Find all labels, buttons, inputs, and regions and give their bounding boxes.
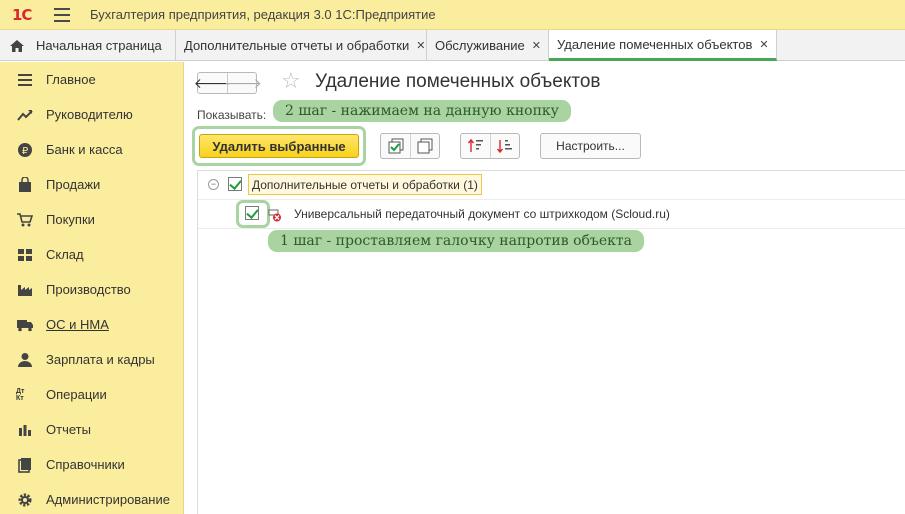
annotation-step-2: 2 шаг - нажимаем на данную кнопку — [273, 100, 571, 122]
trend-icon — [16, 107, 34, 123]
sidebar-item-label: Производство — [46, 282, 131, 297]
sidebar-item-label: Склад — [46, 247, 84, 262]
tree-item-row: Универсальный передаточный документ со ш… — [198, 200, 905, 229]
sidebar-item-label: Продажи — [46, 177, 101, 192]
tab-maintenance[interactable]: Обслуживание ✕ — [427, 30, 549, 61]
sidebar-item-label: Главное — [46, 72, 96, 87]
bag-icon — [16, 176, 34, 193]
item-label[interactable]: Универсальный передаточный документ со ш… — [294, 207, 670, 221]
uncheck-all-button[interactable] — [410, 134, 439, 158]
sidebar-item-label: Покупки — [46, 212, 95, 227]
sidebar-item-label: Администрирование — [46, 492, 170, 507]
check-all-icon — [388, 138, 403, 154]
tab-home[interactable]: Начальная страница — [0, 30, 176, 61]
sidebar-item-payroll[interactable]: Зарплата и кадры — [0, 342, 183, 377]
tab-label: Удаление помеченных объектов — [557, 36, 753, 52]
sidebar-item-catalogs[interactable]: Справочники — [0, 447, 183, 482]
marked-objects-tree: − Дополнительные отчеты и обработки (1) … — [197, 170, 905, 514]
sidebar-item-purchases[interactable]: Покупки — [0, 202, 183, 237]
sort-toolbar — [460, 133, 520, 159]
check-all-button[interactable] — [381, 134, 410, 158]
main-content: 🡐 🡒 ☆ Удаление помеченных объектов Показ… — [185, 62, 905, 514]
sidebar-item-label: Руководителю — [46, 107, 133, 122]
app-logo[interactable]: 1С — [12, 5, 44, 25]
settings-button[interactable]: Настроить... — [540, 133, 641, 159]
sidebar-item-manager[interactable]: Руководителю — [0, 97, 183, 132]
tree-group-row: − Дополнительные отчеты и обработки (1) — [198, 171, 905, 200]
sidebar-item-label: Банк и касса — [46, 142, 123, 157]
sidebar-item-label: Отчеты — [46, 422, 91, 437]
page-title: Удаление помеченных объектов — [315, 71, 601, 92]
sort-asc-icon — [467, 138, 483, 152]
delete-button-highlight: Удалить выбранные — [192, 126, 366, 166]
home-icon — [9, 39, 25, 53]
tab-bar: Начальная страница Дополнительные отчеты… — [0, 30, 905, 61]
show-label: Показывать: — [197, 108, 267, 122]
sidebar-item-warehouse[interactable]: Склад — [0, 237, 183, 272]
sidebar-item-bank[interactable]: ₽ Банк и касса — [0, 132, 183, 167]
sidebar-item-label: Операции — [46, 387, 107, 402]
title-bar: 1С Бухгалтерия предприятия, редакция 3.0… — [0, 0, 905, 30]
uncheck-all-icon — [417, 138, 433, 154]
sidebar-item-production[interactable]: Производство — [0, 272, 183, 307]
arrow-right-icon: 🡒 — [224, 74, 262, 91]
warehouse-icon — [16, 247, 34, 263]
sidebar: Главное Руководителю ₽ Банк и касса Прод… — [0, 62, 184, 514]
sidebar-item-admin[interactable]: Администрирование — [0, 482, 183, 514]
sidebar-item-operations[interactable]: Дт Кт Операции — [0, 377, 183, 412]
sidebar-item-main[interactable]: Главное — [0, 62, 183, 97]
truck-icon — [16, 317, 34, 333]
book-icon — [16, 457, 34, 473]
cart-icon — [16, 212, 34, 228]
svg-text:₽: ₽ — [22, 146, 29, 157]
factory-icon — [16, 282, 34, 298]
person-icon — [16, 352, 34, 368]
sort-asc-button[interactable] — [461, 134, 490, 158]
collapse-icon[interactable]: − — [208, 179, 219, 190]
bar-chart-icon — [16, 422, 34, 438]
close-icon[interactable]: ✕ — [759, 38, 768, 51]
sidebar-item-label: Справочники — [46, 457, 125, 472]
list-icon — [16, 72, 34, 88]
app-title: Бухгалтерия предприятия, редакция 3.0 1С… — [90, 7, 436, 22]
group-checkbox[interactable] — [228, 177, 242, 191]
item-checkbox[interactable] — [245, 206, 259, 220]
main-menu-button[interactable] — [54, 7, 70, 22]
annotation-step-1: 1 шаг - проставляем галочку напротив объ… — [268, 230, 644, 252]
tab-label: Дополнительные отчеты и обработки — [184, 38, 410, 53]
check-toolbar — [380, 133, 440, 159]
favorite-star-icon[interactable]: ☆ — [281, 68, 301, 94]
group-label[interactable]: Дополнительные отчеты и обработки (1) — [248, 174, 482, 195]
ruble-icon: ₽ — [16, 142, 34, 158]
sort-desc-icon — [496, 140, 512, 154]
tab-additional-reports[interactable]: Дополнительные отчеты и обработки ✕ — [176, 30, 427, 61]
tab-delete-marked[interactable]: Удаление помеченных объектов ✕ — [549, 30, 777, 61]
forward-button[interactable]: 🡒 — [224, 73, 262, 93]
sidebar-item-label: ОС и НМА — [46, 317, 109, 332]
delete-selected-button[interactable]: Удалить выбранные — [199, 134, 359, 158]
tab-label: Обслуживание — [435, 38, 525, 53]
sidebar-item-reports[interactable]: Отчеты — [0, 412, 183, 447]
dt-kt-icon: Дт Кт — [16, 387, 25, 402]
gear-icon — [16, 492, 34, 508]
sidebar-item-label: Зарплата и кадры — [46, 352, 155, 367]
sidebar-item-fixed-assets[interactable]: ОС и НМА — [0, 307, 183, 342]
close-icon[interactable]: ✕ — [532, 39, 541, 52]
tab-home-label: Начальная страница — [36, 38, 162, 53]
sidebar-item-sales[interactable]: Продажи — [0, 167, 183, 202]
marked-for-deletion-icon — [268, 208, 282, 222]
history-nav: 🡐 🡒 — [194, 72, 262, 94]
sort-desc-button[interactable] — [490, 134, 519, 158]
close-icon[interactable]: ✕ — [416, 39, 425, 52]
